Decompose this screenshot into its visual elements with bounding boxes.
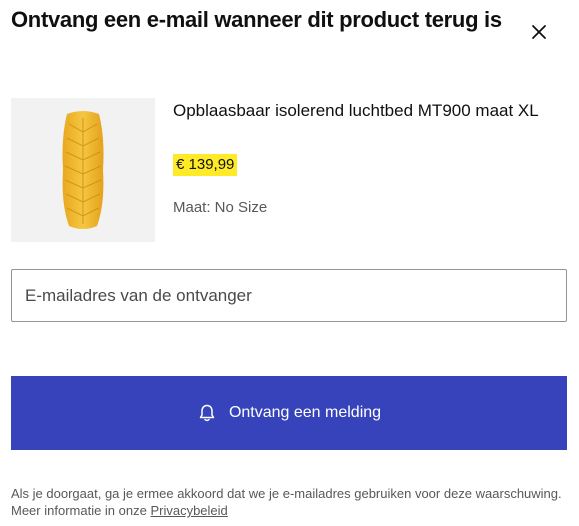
close-icon [532, 25, 546, 39]
email-input[interactable] [11, 269, 567, 322]
product-size: Maat: No Size [173, 199, 268, 216]
product-price: € 139,99 [173, 154, 238, 176]
disclaimer-text: Als je doorgaat, ga je ermee akkoord dat… [11, 486, 562, 518]
product-image [11, 98, 155, 242]
dialog-title: Ontvang een e-mail wanneer dit product t… [11, 7, 502, 32]
back-in-stock-dialog: Ontvang een e-mail wanneer dit product t… [0, 0, 579, 526]
privacy-disclaimer: Als je doorgaat, ga je ermee akkoord dat… [11, 485, 567, 519]
privacy-policy-link[interactable]: Privacybeleid [150, 503, 227, 518]
sleeping-mat-image [62, 111, 104, 229]
close-button[interactable] [524, 17, 554, 47]
product-summary: Opblaasbaar isolerend luchtbed MT900 maa… [11, 98, 567, 243]
notify-button-label: Ontvang een melding [228, 404, 382, 421]
notify-me-button[interactable]: Ontvang een melding [11, 376, 567, 450]
product-name: Opblaasbaar isolerend luchtbed MT900 maa… [173, 101, 539, 120]
bell-icon [197, 403, 217, 423]
